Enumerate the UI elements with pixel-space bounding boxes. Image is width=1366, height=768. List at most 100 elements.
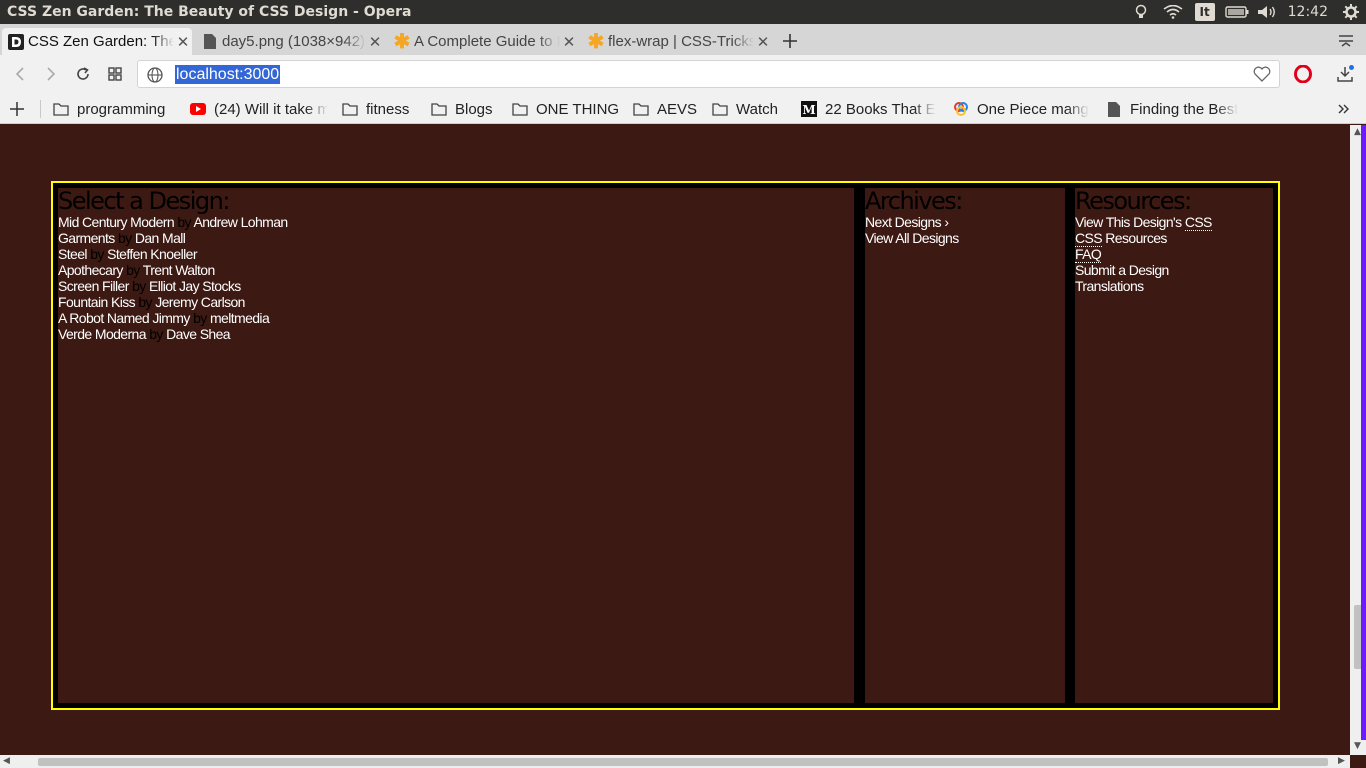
design-link[interactable]: Apothecary <box>58 262 123 278</box>
tab-title: CSS Zen Garden: The Beauty of CSS Design <box>28 33 174 50</box>
volume-icon[interactable] <box>1254 0 1280 24</box>
list-item: A Robot Named Jimmy by meltmedia <box>58 310 854 326</box>
resources-column: Resources: View This Design's CSS CSS Re… <box>1075 188 1273 703</box>
tab-day5-png[interactable]: day5.png (1038×942) ✕ <box>196 28 384 55</box>
list-item: Next Designs › <box>865 214 1065 230</box>
zen-garden-favicon-icon <box>8 33 24 50</box>
opera-icon[interactable] <box>1291 62 1315 86</box>
horizontal-scrollbar[interactable]: ◀ ▶ <box>0 755 1350 768</box>
list-item: Translations <box>1075 278 1273 294</box>
close-icon[interactable]: ✕ <box>560 33 578 51</box>
bookmark-finding-the-best[interactable]: Finding the Best <box>1106 99 1241 119</box>
youtube-icon <box>190 101 206 117</box>
gear-icon[interactable] <box>1336 0 1366 24</box>
design-link[interactable]: Mid Century Modern <box>58 214 175 230</box>
bookmark-programming[interactable]: programming <box>53 99 178 119</box>
more-bookmarks-chevron-icon[interactable] <box>1338 99 1350 119</box>
design-link[interactable]: Garments <box>58 230 115 246</box>
list-item: View All Designs <box>865 230 1065 246</box>
list-item: CSS Resources <box>1075 230 1273 247</box>
new-tab-button[interactable] <box>780 28 800 54</box>
author-link[interactable]: Steffen Knoeller <box>107 246 197 262</box>
faq-link[interactable]: FAQ <box>1075 246 1102 263</box>
archives-heading: Archives: <box>865 187 963 215</box>
scroll-up-icon[interactable]: ▲ <box>1354 127 1361 137</box>
author-link[interactable]: Trent Walton <box>143 262 216 278</box>
design-link[interactable]: Screen Filler <box>58 278 129 294</box>
scroll-down-icon[interactable]: ▼ <box>1354 741 1361 751</box>
bookmark-blogs[interactable]: Blogs <box>431 99 501 119</box>
list-item: Apothecary by Trent Walton <box>58 262 854 278</box>
heart-bookmark-icon[interactable] <box>1253 66 1271 84</box>
horizontal-scroll-thumb[interactable] <box>38 758 1328 766</box>
page-icon <box>1106 101 1122 117</box>
folder-icon <box>342 101 358 117</box>
close-icon[interactable]: ✕ <box>174 33 192 51</box>
bookmark-fitness[interactable]: fitness <box>342 99 422 119</box>
lightbulb-icon[interactable] <box>1126 0 1156 24</box>
list-item: View This Design's CSS <box>1075 214 1273 231</box>
wifi-icon[interactable] <box>1156 0 1190 24</box>
bookmark-22-books[interactable]: M 22 Books That E <box>801 99 936 119</box>
author-link[interactable]: Elliot Jay Stocks <box>149 278 241 294</box>
submit-design-link[interactable]: Submit a Design <box>1075 262 1169 278</box>
scroll-left-icon[interactable]: ◀ <box>3 756 10 766</box>
design-list: Mid Century Modern by Andrew Lohman Garm… <box>58 214 854 342</box>
author-link[interactable]: Andrew Lohman <box>193 214 288 230</box>
author-link[interactable]: Jeremy Carlson <box>155 294 245 310</box>
page-viewport: Select a Design: Mid Century Modern by A… <box>0 125 1350 755</box>
design-link[interactable]: Fountain Kiss <box>58 294 136 310</box>
archives-column: Archives: Next Designs › View All Design… <box>865 188 1065 703</box>
back-button[interactable] <box>8 62 32 86</box>
scroll-right-icon[interactable]: ▶ <box>1338 756 1345 766</box>
tab-flex-wrap[interactable]: ✱ flex-wrap | CSS-Tricks ✕ <box>582 28 772 55</box>
bookmark-watch[interactable]: Watch <box>712 99 788 119</box>
design-link[interactable]: Verde Moderna <box>58 326 147 342</box>
next-designs-link[interactable]: Next Designs › <box>865 214 949 230</box>
url-text[interactable]: localhost:3000 <box>175 65 281 84</box>
bookmark-aevs[interactable]: AEVS <box>633 99 703 119</box>
tab-flexbox-guide[interactable]: ✱ A Complete Guide to Flexbox ✕ <box>388 28 578 55</box>
translations-link[interactable]: Translations <box>1075 278 1144 294</box>
author-link[interactable]: Dave Shea <box>166 326 230 342</box>
folder-icon <box>512 101 528 117</box>
view-all-designs-link[interactable]: View All Designs <box>865 230 959 246</box>
css-resources-link[interactable]: CSS Resources <box>1075 230 1167 247</box>
browser-toolbar: localhost:3000 <box>0 55 1366 93</box>
view-design-css-link[interactable]: View This Design's CSS <box>1075 214 1212 231</box>
speed-dial-grid-icon[interactable] <box>103 62 127 86</box>
list-item: Submit a Design <box>1075 262 1273 278</box>
bookmark-youtube[interactable]: (24) Will it take m <box>190 99 328 119</box>
tab-css-zen-garden[interactable]: CSS Zen Garden: The Beauty of CSS Design… <box>2 28 192 55</box>
system-tray: It 12:42 <box>1126 0 1366 24</box>
tab-strip: CSS Zen Garden: The Beauty of CSS Design… <box>0 24 1366 55</box>
resources-heading: Resources: <box>1075 187 1192 215</box>
design-selection-container: Select a Design: Mid Century Modern by A… <box>51 181 1280 710</box>
os-top-bar: CSS Zen Garden: The Beauty of CSS Design… <box>0 0 1366 24</box>
clock[interactable]: 12:42 <box>1280 0 1336 24</box>
design-link[interactable]: Steel <box>58 246 88 262</box>
address-bar[interactable]: localhost:3000 <box>137 60 1280 88</box>
folder-icon <box>53 101 69 117</box>
tab-menu-icon[interactable] <box>1334 28 1358 54</box>
forward-button[interactable] <box>39 62 63 86</box>
close-icon[interactable]: ✕ <box>366 33 384 51</box>
by-text: by <box>126 262 140 278</box>
add-bookmark-button[interactable] <box>10 99 24 119</box>
keyboard-layout-indicator[interactable]: It <box>1190 0 1220 24</box>
bookmark-one-piece[interactable]: One Piece mang <box>953 99 1090 119</box>
design-link[interactable]: A Robot Named Jimmy <box>58 310 190 326</box>
svg-text:M: M <box>802 103 815 117</box>
reload-button[interactable] <box>71 62 95 86</box>
folder-icon <box>712 101 728 117</box>
by-text: by <box>193 310 207 326</box>
close-icon[interactable]: ✕ <box>754 33 772 51</box>
bookmark-one-thing[interactable]: ONE THING <box>512 99 622 119</box>
list-item: Steel by Steffen Knoeller <box>58 246 854 262</box>
author-link[interactable]: meltmedia <box>210 310 270 326</box>
download-icon[interactable] <box>1333 62 1357 86</box>
tab-title: flex-wrap | CSS-Tricks <box>608 33 754 50</box>
list-item: Screen Filler by Elliot Jay Stocks <box>58 278 854 294</box>
battery-icon[interactable] <box>1220 0 1254 24</box>
author-link[interactable]: Dan Mall <box>135 230 186 246</box>
